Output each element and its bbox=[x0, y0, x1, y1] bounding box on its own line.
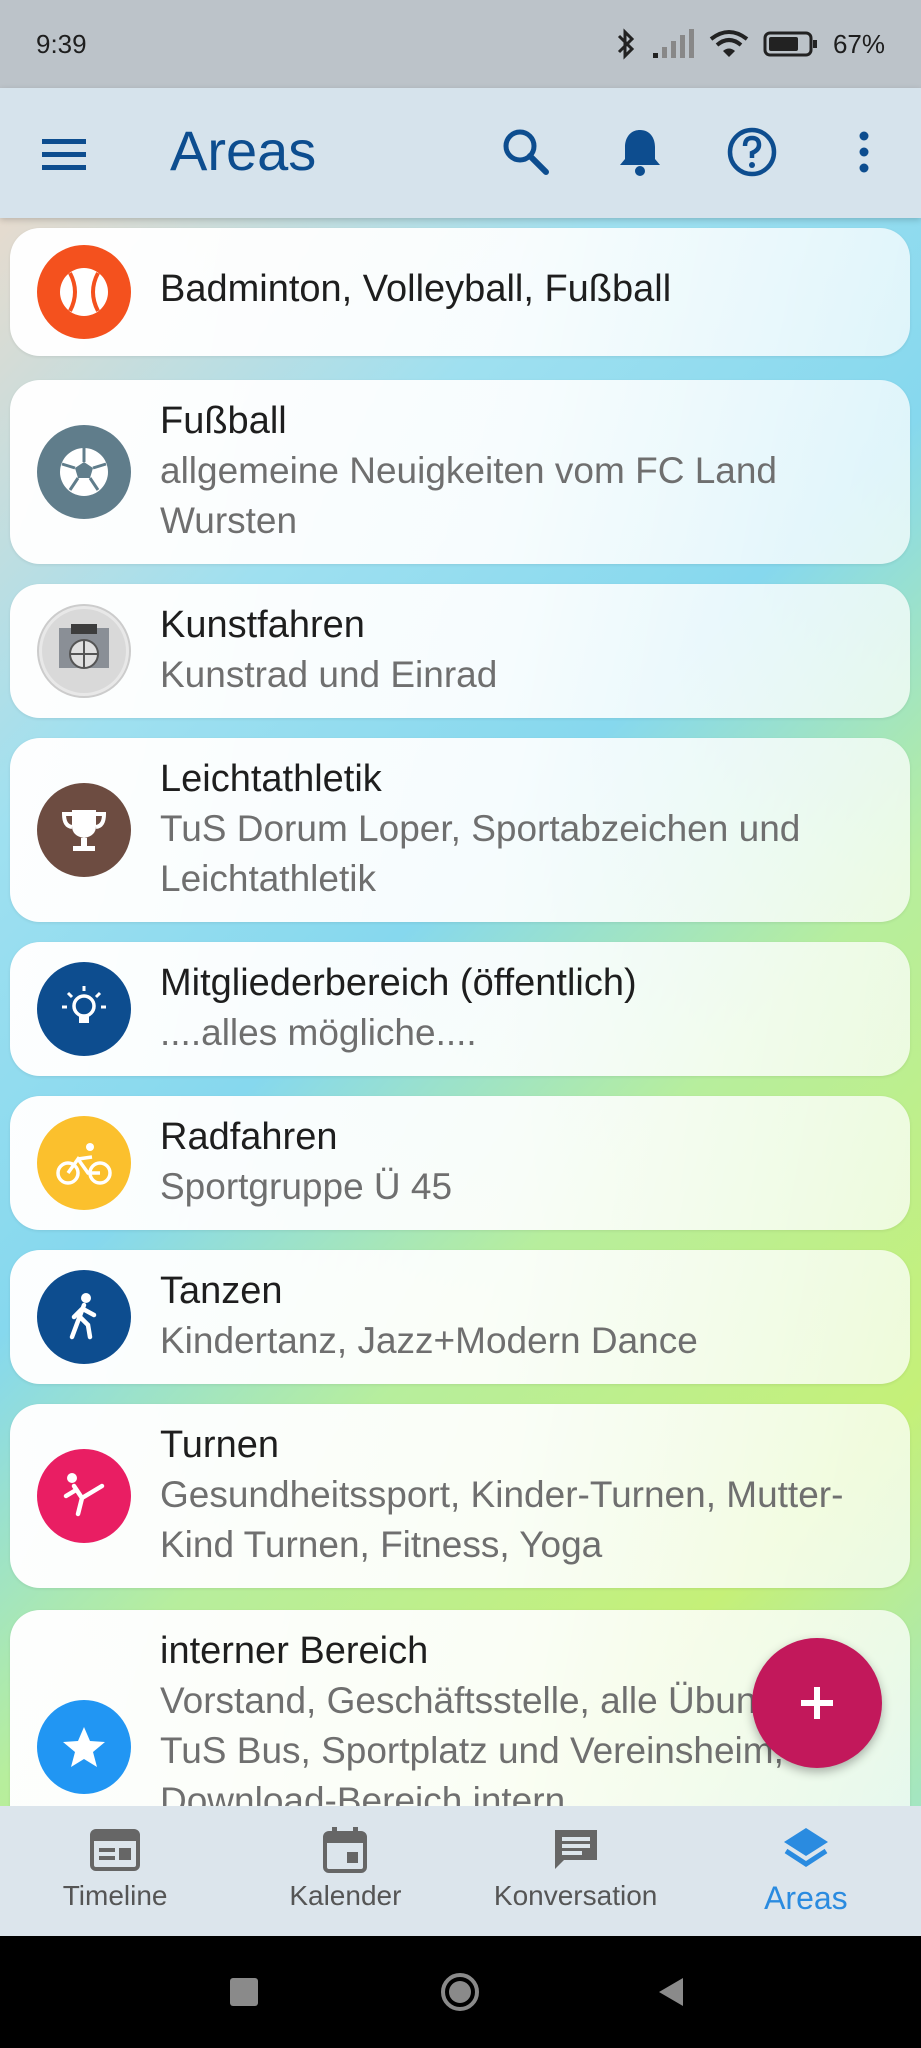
area-subtitle: Gesundheitssport, Kinder-Turnen, Mutter-… bbox=[160, 1474, 844, 1565]
area-title: Tanzen bbox=[160, 1270, 283, 1312]
search-button[interactable] bbox=[498, 124, 554, 180]
area-title: Radfahren bbox=[160, 1116, 338, 1158]
area-subtitle: Kunstrad und Einrad bbox=[160, 654, 498, 695]
bike-icon bbox=[56, 1143, 112, 1185]
area-title: Mitgliederbereich (öffentlich) bbox=[160, 962, 637, 1004]
martial-arts-icon bbox=[63, 1473, 105, 1517]
lightbulb-icon bbox=[62, 986, 106, 1023]
add-fab-button[interactable] bbox=[752, 1638, 882, 1768]
walking-icon bbox=[69, 1293, 97, 1340]
chat-icon bbox=[554, 1830, 597, 1869]
back-button[interactable] bbox=[655, 1976, 687, 2008]
area-avatar bbox=[37, 1700, 131, 1794]
area-title: Kunstfahren bbox=[160, 604, 365, 646]
area-card-badminton[interactable]: Badminton, Volleyball, Fußball bbox=[10, 228, 910, 356]
baseball-icon bbox=[60, 268, 108, 316]
status-time: 9:39 bbox=[36, 28, 87, 59]
more-vert-icon bbox=[859, 131, 869, 173]
nav-areas-label: Areas bbox=[764, 1880, 848, 1916]
area-card-turnen[interactable]: Turnen Gesundheitssport, Kinder-Turnen, … bbox=[10, 1404, 910, 1588]
area-subtitle: TuS Dorum Loper, Sportabzeichen und Leic… bbox=[160, 808, 801, 899]
notifications-button[interactable] bbox=[612, 124, 668, 180]
nav-konversation-label: Konversation bbox=[493, 1880, 658, 1911]
area-subtitle: Sportgruppe Ü 45 bbox=[160, 1166, 453, 1207]
areas-list: Badminton, Volleyball, Fußball Fußball a… bbox=[0, 218, 921, 1806]
home-icon bbox=[449, 1981, 471, 2003]
area-card-radfahren[interactable]: Radfahren Sportgruppe Ü 45 bbox=[10, 1096, 910, 1230]
star-icon bbox=[63, 1727, 105, 1767]
layers-icon bbox=[783, 1828, 828, 1867]
area-subtitle: Kindertanz, Jazz+Modern Dance bbox=[160, 1320, 698, 1361]
plus-icon bbox=[801, 1687, 833, 1719]
area-avatar bbox=[37, 425, 131, 519]
nav-timeline[interactable]: Timeline bbox=[0, 1806, 230, 1936]
area-card-mitgliederbereich[interactable]: Mitgliederbereich (öffentlich) ....alles… bbox=[10, 942, 910, 1076]
area-card-leichtathletik[interactable]: Leichtathletik TuS Dorum Loper, Sportabz… bbox=[10, 738, 910, 922]
area-photo-avatar bbox=[37, 604, 131, 698]
battery-icon bbox=[763, 31, 817, 57]
area-card-kunstfahren[interactable]: Kunstfahren Kunstrad und Einrad bbox=[10, 584, 910, 718]
area-title: Fußball bbox=[160, 400, 287, 442]
battery-percent: 67% bbox=[832, 28, 885, 59]
area-subtitle: ....alles mögliche.... bbox=[160, 1012, 477, 1053]
area-avatar bbox=[37, 1116, 131, 1210]
menu-button[interactable] bbox=[38, 128, 90, 180]
system-navigation-bar bbox=[0, 1936, 921, 2048]
area-title: interner Bereich bbox=[160, 1630, 429, 1672]
help-icon bbox=[727, 127, 777, 177]
area-title: Leichtathletik bbox=[160, 758, 382, 800]
nav-kalender[interactable]: Kalender bbox=[230, 1806, 460, 1936]
status-bar: 9:39 67% bbox=[0, 0, 921, 88]
help-button[interactable] bbox=[724, 124, 780, 180]
recent-apps-button[interactable] bbox=[230, 1978, 258, 2006]
area-avatar bbox=[37, 1270, 131, 1364]
area-card-tanzen[interactable]: Tanzen Kindertanz, Jazz+Modern Dance bbox=[10, 1250, 910, 1384]
home-button[interactable] bbox=[441, 1973, 479, 2011]
more-options-button[interactable] bbox=[836, 124, 892, 180]
soccer-icon bbox=[60, 448, 108, 496]
wifi-icon bbox=[709, 30, 749, 57]
nav-timeline-label: Timeline bbox=[62, 1880, 168, 1911]
area-subtitle: allgemeine Neuigkeiten vom FC Land Wurst… bbox=[160, 450, 778, 541]
area-avatar bbox=[37, 962, 131, 1056]
bottom-navigation: Timeline Kalender Konversation Areas bbox=[0, 1806, 921, 1936]
bell-icon bbox=[620, 130, 660, 176]
photo-avatar-image bbox=[42, 609, 126, 693]
area-title: Turnen bbox=[160, 1424, 279, 1466]
status-icons: 67% bbox=[615, 27, 885, 61]
hamburger-menu-icon bbox=[42, 139, 86, 170]
signal-icon bbox=[652, 29, 694, 58]
area-avatar bbox=[37, 1449, 131, 1543]
timeline-icon bbox=[90, 1829, 141, 1871]
area-avatar bbox=[37, 245, 131, 339]
calendar-icon bbox=[323, 1827, 368, 1873]
nav-kalender-label: Kalender bbox=[289, 1880, 402, 1911]
nav-konversation[interactable]: Konversation bbox=[461, 1806, 691, 1936]
page-title: Areas bbox=[170, 119, 317, 182]
app-bar: Areas bbox=[0, 88, 921, 218]
bluetooth-icon bbox=[617, 28, 635, 60]
nav-areas[interactable]: Areas bbox=[691, 1806, 921, 1936]
trophy-icon bbox=[61, 810, 107, 851]
search-icon bbox=[503, 129, 549, 175]
area-title: Badminton, Volleyball, Fußball bbox=[160, 268, 672, 310]
area-avatar bbox=[37, 783, 131, 877]
area-card-fussball[interactable]: Fußball allgemeine Neuigkeiten vom FC La… bbox=[10, 380, 910, 564]
